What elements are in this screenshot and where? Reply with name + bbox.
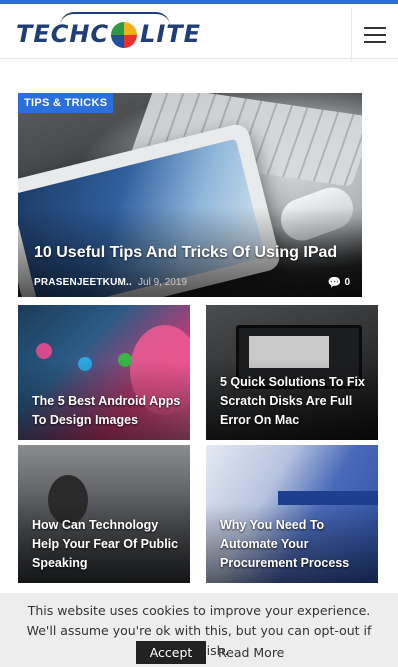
- category-tag[interactable]: TIPS & TRICKS: [18, 93, 114, 113]
- menu-line: [364, 27, 386, 29]
- article-card[interactable]: The 5 Best Android Apps To Design Images: [18, 305, 190, 440]
- hamburger-menu-icon[interactable]: [351, 8, 398, 62]
- article-card[interactable]: How Can Technology Help Your Fear Of Pub…: [18, 445, 190, 583]
- article-card-title[interactable]: Why You Need To Automate Your Procuremen…: [220, 516, 370, 573]
- menu-line: [364, 34, 386, 36]
- article-card-title[interactable]: How Can Technology Help Your Fear Of Pub…: [32, 516, 182, 573]
- read-more-link[interactable]: Read More: [218, 641, 284, 664]
- cookie-banner: This website uses cookies to improve you…: [0, 593, 398, 667]
- featured-article-title[interactable]: 10 Useful Tips And Tricks Of Using IPad: [34, 244, 337, 262]
- accept-cookies-button[interactable]: Accept: [136, 641, 206, 664]
- comment-count[interactable]: 💬 0: [328, 276, 350, 289]
- site-header: TECHC LITE: [0, 4, 398, 62]
- publish-date: Jul 9, 2019: [138, 277, 187, 288]
- app-icon: [36, 343, 52, 359]
- author-name[interactable]: PRASENJEETKUM..: [34, 277, 132, 288]
- comment-icon: 💬: [327, 277, 342, 289]
- site-logo[interactable]: TECHC LITE: [16, 12, 201, 50]
- article-card-title[interactable]: The 5 Best Android Apps To Design Images: [32, 392, 182, 430]
- featured-article[interactable]: TIPS & TRICKS 10 Useful Tips And Tricks …: [18, 93, 362, 297]
- article-card[interactable]: Why You Need To Automate Your Procuremen…: [206, 445, 378, 583]
- article-card[interactable]: 5 Quick Solutions To Fix Scratch Disks A…: [206, 305, 378, 440]
- logo-globe-icon: [111, 22, 138, 48]
- comment-count-value: 0: [344, 277, 350, 288]
- article-meta: PRASENJEETKUM.. Jul 9, 2019 💬 0: [34, 276, 350, 289]
- menu-line: [364, 41, 386, 43]
- article-card-title[interactable]: 5 Quick Solutions To Fix Scratch Disks A…: [220, 373, 370, 430]
